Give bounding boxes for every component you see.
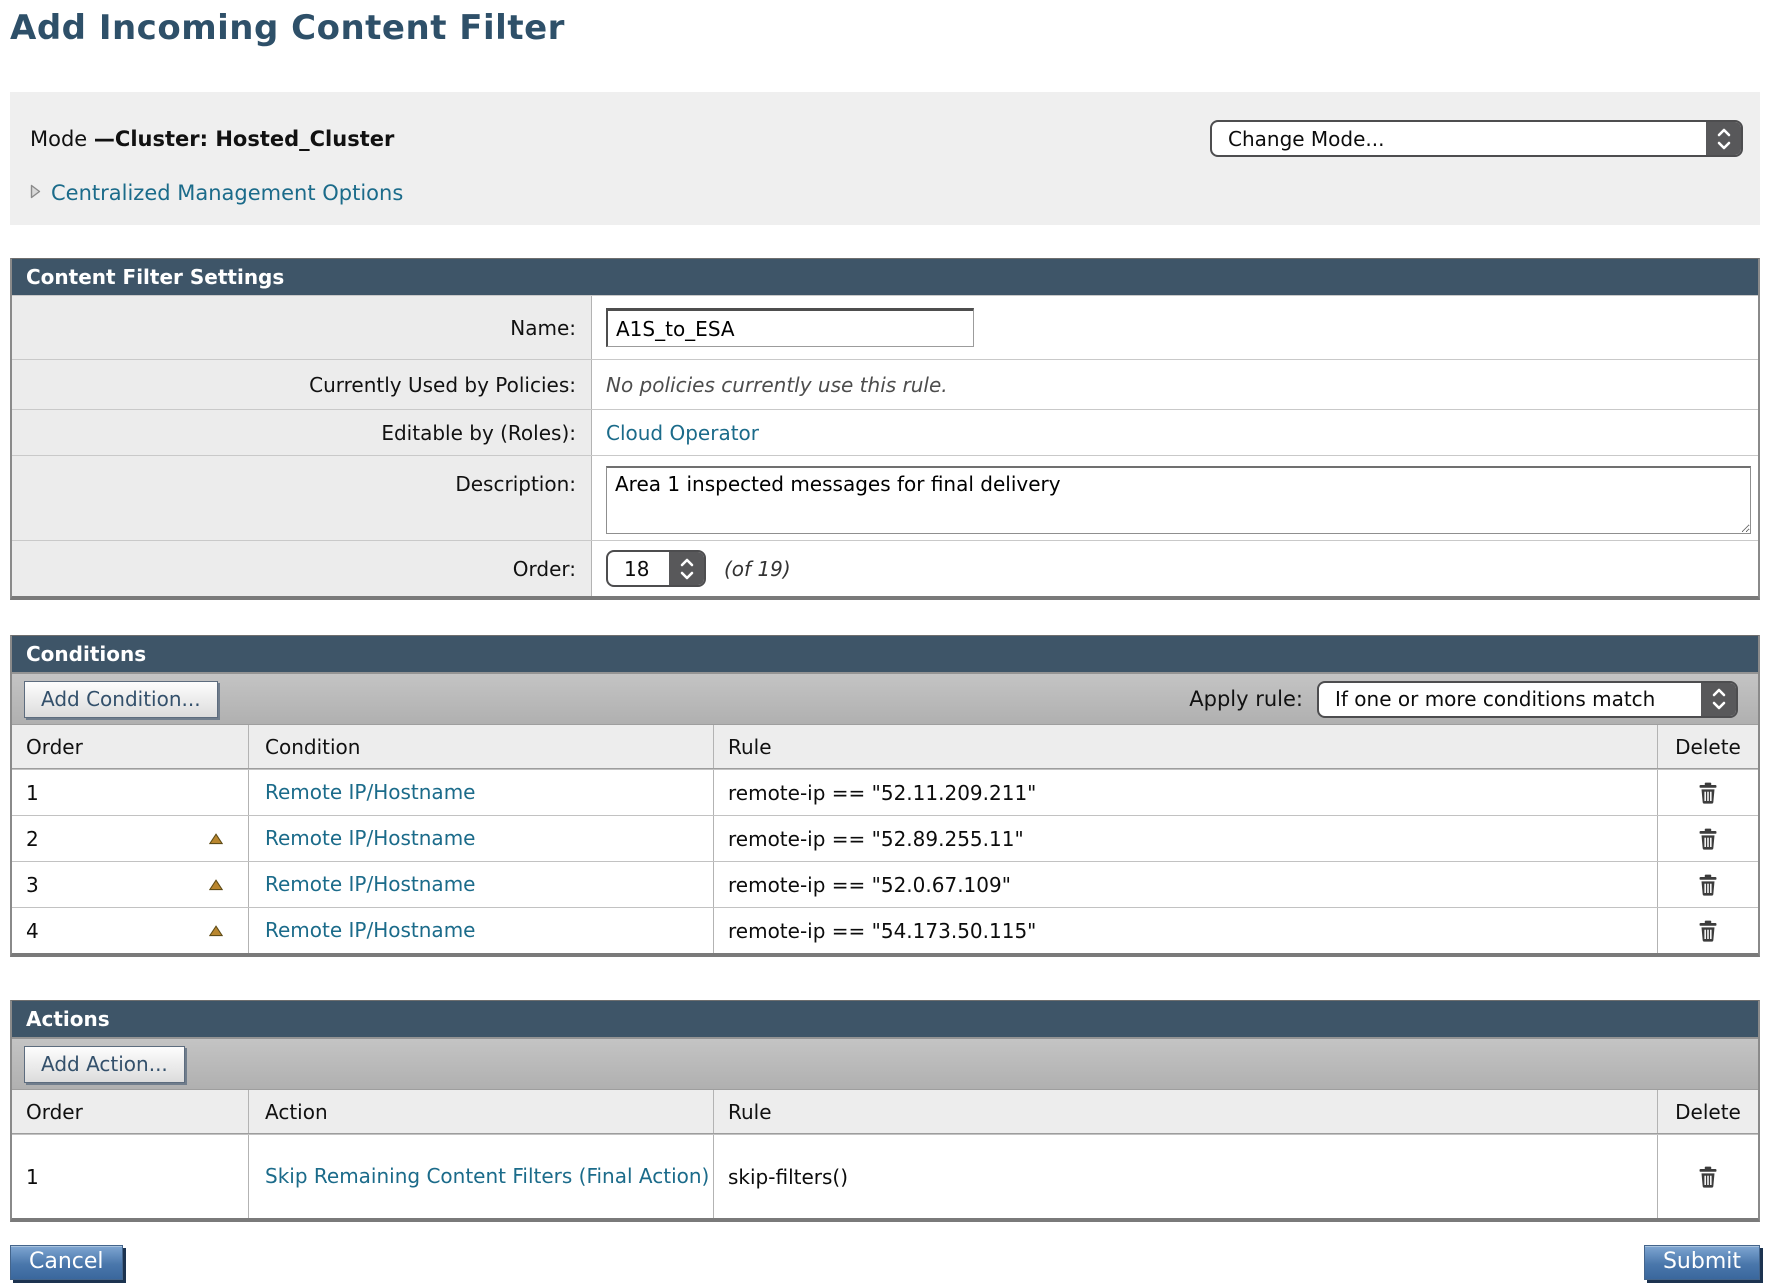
- page-root: Add Incoming Content Filter Mode —Cluste…: [0, 0, 1770, 1280]
- actions-toolbar: Add Action...: [12, 1037, 1758, 1090]
- column-delete: Delete: [1658, 725, 1758, 768]
- move-up-icon[interactable]: [209, 879, 223, 891]
- condition-link[interactable]: Remote IP/Hostname: [265, 872, 475, 897]
- apply-rule-label: Apply rule:: [1189, 687, 1303, 711]
- column-rule: Rule: [714, 1090, 1658, 1133]
- editable-row: Editable by (Roles): Cloud Operator: [12, 409, 1758, 455]
- apply-rule-select-value: If one or more conditions match: [1319, 683, 1701, 716]
- conditions-toolbar: Add Condition... Apply rule: If one or m…: [12, 672, 1758, 725]
- mode-value: —Cluster: Hosted_Cluster: [94, 127, 394, 151]
- policies-value: No policies currently use this rule.: [606, 373, 948, 397]
- condition-row: 4 Remote IP/Hostname remote-ip == "54.17…: [12, 907, 1758, 953]
- name-row: Name:: [12, 295, 1758, 359]
- rule-text: remote-ip == "52.89.255.11": [728, 827, 1024, 851]
- column-condition: Condition: [249, 725, 714, 768]
- move-up-icon[interactable]: [209, 925, 223, 937]
- centralized-management-options-link[interactable]: Centralized Management Options: [51, 181, 403, 205]
- conditions-header: Conditions: [12, 636, 1758, 672]
- footer-bar: Cancel Submit: [10, 1245, 1760, 1280]
- name-label: Name:: [12, 296, 592, 359]
- cloud-operator-link[interactable]: Cloud Operator: [606, 421, 759, 445]
- description-label: Description:: [12, 456, 592, 540]
- mode-text: Mode —Cluster: Hosted_Cluster: [30, 127, 394, 151]
- description-row: Description: Area 1 inspected messages f…: [12, 455, 1758, 540]
- page-title: Add Incoming Content Filter: [10, 8, 1760, 48]
- mode-panel: Mode —Cluster: Hosted_Cluster Change Mod…: [10, 92, 1760, 225]
- row-order: 3: [26, 873, 39, 897]
- mode-label: Mode: [30, 127, 94, 151]
- delete-trash-icon[interactable]: [1693, 916, 1723, 946]
- rule-text: remote-ip == "52.11.209.211": [728, 781, 1036, 805]
- disclosure-triangle-icon: [30, 184, 41, 203]
- order-total-note: (of 19): [724, 557, 791, 581]
- submit-button[interactable]: Submit: [1644, 1245, 1760, 1280]
- editable-label: Editable by (Roles):: [12, 410, 592, 455]
- add-action-button[interactable]: Add Action...: [24, 1046, 185, 1083]
- condition-row: 1 Remote IP/Hostname remote-ip == "52.11…: [12, 769, 1758, 815]
- condition-row: 2 Remote IP/Hostname remote-ip == "52.89…: [12, 815, 1758, 861]
- column-order: Order: [12, 1090, 249, 1133]
- actions-column-headers: Order Action Rule Delete: [12, 1090, 1758, 1134]
- row-order: 2: [26, 827, 39, 851]
- up-down-chevrons-icon: [1706, 122, 1741, 155]
- column-order: Order: [12, 725, 249, 768]
- order-row: Order: 18 (of 19): [12, 540, 1758, 596]
- column-rule: Rule: [714, 725, 1658, 768]
- delete-trash-icon[interactable]: [1693, 870, 1723, 900]
- up-down-chevrons-icon: [669, 552, 704, 585]
- actions-header: Actions: [12, 1001, 1758, 1037]
- condition-link[interactable]: Remote IP/Hostname: [265, 918, 475, 943]
- condition-row: 3 Remote IP/Hostname remote-ip == "52.0.…: [12, 861, 1758, 907]
- change-mode-select-value: Change Mode...: [1212, 122, 1706, 155]
- name-input[interactable]: [606, 308, 974, 347]
- condition-link[interactable]: Remote IP/Hostname: [265, 826, 475, 851]
- action-link[interactable]: Skip Remaining Content Filters (Final Ac…: [265, 1164, 709, 1189]
- move-up-icon[interactable]: [209, 833, 223, 845]
- rule-text: remote-ip == "54.173.50.115": [728, 919, 1036, 943]
- up-down-chevrons-icon: [1701, 683, 1736, 716]
- change-mode-select[interactable]: Change Mode...: [1210, 120, 1743, 157]
- row-order: 1: [26, 781, 39, 805]
- conditions-panel: Conditions Add Condition... Apply rule: …: [10, 635, 1760, 957]
- conditions-column-headers: Order Condition Rule Delete: [12, 725, 1758, 769]
- apply-rule-select[interactable]: If one or more conditions match: [1317, 681, 1738, 718]
- delete-trash-icon[interactable]: [1693, 778, 1723, 808]
- column-action: Action: [249, 1090, 714, 1133]
- action-row: 1 Skip Remaining Content Filters (Final …: [12, 1134, 1758, 1218]
- row-order: 4: [26, 919, 39, 943]
- cancel-button[interactable]: Cancel: [10, 1245, 123, 1280]
- order-select[interactable]: 18: [606, 550, 706, 587]
- column-delete: Delete: [1658, 1090, 1758, 1133]
- order-select-value: 18: [608, 552, 669, 585]
- settings-header: Content Filter Settings: [12, 259, 1758, 295]
- policies-row: Currently Used by Policies: No policies …: [12, 359, 1758, 409]
- delete-trash-icon[interactable]: [1693, 1162, 1723, 1192]
- policies-label: Currently Used by Policies:: [12, 360, 592, 409]
- condition-link[interactable]: Remote IP/Hostname: [265, 780, 475, 805]
- add-condition-button[interactable]: Add Condition...: [24, 681, 218, 718]
- description-textarea[interactable]: Area 1 inspected messages for final deli…: [606, 466, 1751, 534]
- row-order: 1: [26, 1165, 39, 1189]
- rule-text: skip-filters(): [728, 1165, 848, 1189]
- delete-trash-icon[interactable]: [1693, 824, 1723, 854]
- actions-panel: Actions Add Action... Order Action Rule …: [10, 1000, 1760, 1222]
- order-label: Order:: [12, 541, 592, 596]
- rule-text: remote-ip == "52.0.67.109": [728, 873, 1011, 897]
- content-filter-settings-panel: Content Filter Settings Name: Currently …: [10, 258, 1760, 600]
